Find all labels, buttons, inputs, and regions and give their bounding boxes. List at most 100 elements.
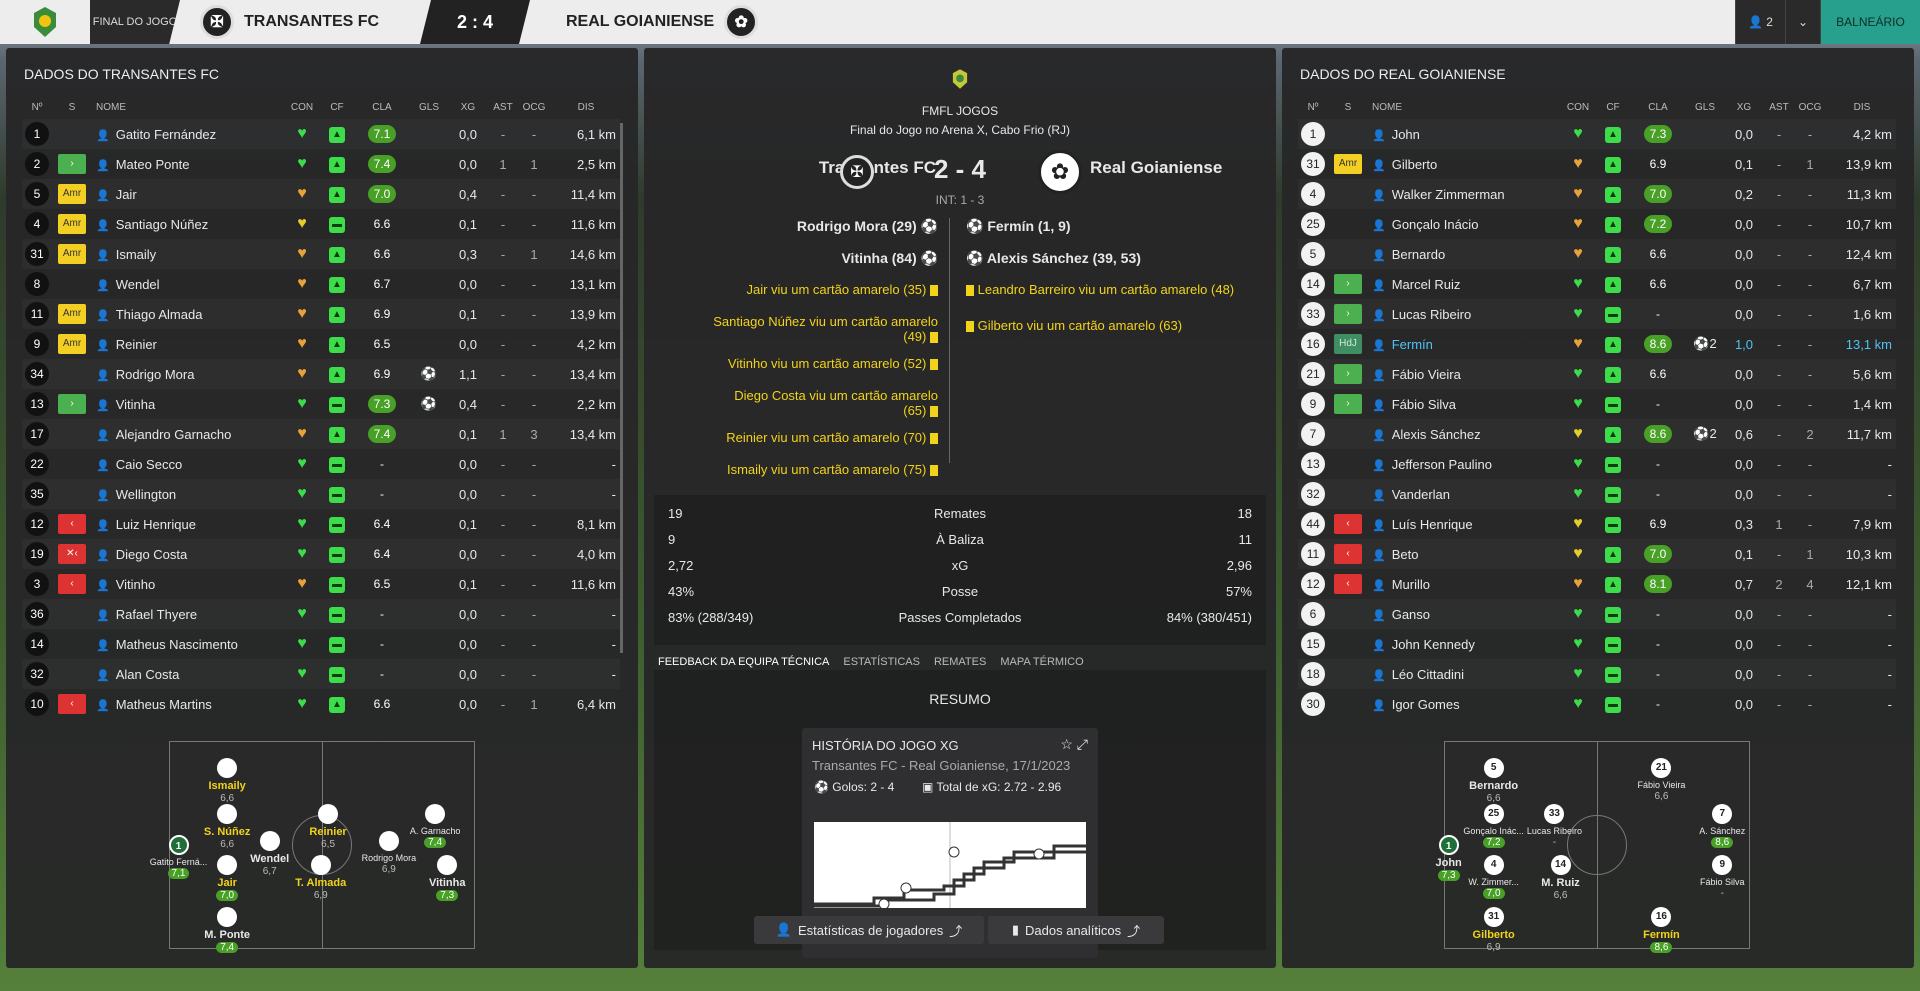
table-row[interactable]: 13 › 👤 Vitinha ♥ ▬ 7.3 ⚽ 0,4 - - 2,2 km	[22, 389, 620, 419]
column-header[interactable]: XG	[1722, 95, 1766, 119]
pitch-player[interactable]: M. Ponte 7,4	[192, 906, 262, 953]
table-row[interactable]: 32 👤 Vanderlan ♥ ▬ - 0,0 - - -	[1298, 479, 1896, 509]
table-row[interactable]: 17 👤 Alejandro Garnacho ♥ ▲ 7.4 0,1 1 3 13,4 km	[22, 419, 620, 449]
column-header[interactable]: AST	[1766, 95, 1792, 119]
player-name[interactable]: Wendel	[116, 277, 160, 292]
table-row[interactable]: 4 👤 Walker Zimmerman ♥ ▲ 7.0 0,2 - - 11,3 km	[1298, 179, 1896, 209]
dropdown-button[interactable]: ⌄	[1784, 0, 1820, 44]
player-name[interactable]: Gatito Fernández	[116, 127, 216, 142]
column-header[interactable]: NOME	[92, 95, 282, 119]
table-row[interactable]: 31 Amr 👤 Gilberto ♥ ▲ 6.9 0,1 - 1 13,9 km	[1298, 149, 1896, 179]
table-row[interactable]: 11 Amr 👤 Thiago Almada ♥ ▲ 6.9 0,1 - - 13,9 km	[22, 299, 620, 329]
column-header[interactable]: GLS	[1688, 95, 1722, 119]
player-stats-button[interactable]: 👤 Estatísticas de jogadores ⤴	[754, 916, 984, 944]
away-name[interactable]: Real Goianiense	[1090, 158, 1222, 178]
pitch-player[interactable]: 33 Lucas Ribeiro -	[1519, 803, 1589, 848]
star-icon[interactable]: ☆ ⤢	[1060, 736, 1088, 753]
column-header[interactable]: DIS	[552, 95, 620, 119]
table-row[interactable]: 1 👤 John ♥ ▲ 7.3 0,0 - - 4,2 km	[1298, 119, 1896, 149]
player-name[interactable]: Vitinho	[116, 577, 156, 592]
player-name[interactable]: Luiz Henrique	[116, 517, 196, 532]
tab[interactable]: MAPA TÉRMICO	[1000, 656, 1083, 668]
column-header[interactable]: Nº	[1298, 95, 1328, 119]
table-row[interactable]: 16 HdJ 👤 Fermín ♥ ▲ 8.6 ⚽2 1,0 - - 13,1 km	[1298, 329, 1896, 359]
player-name[interactable]: Rodrigo Mora	[116, 367, 195, 382]
table-row[interactable]: 12 ‹ 👤 Murillo ♥ ▲ 8.1 0,7 2 4 12,1 km	[1298, 569, 1896, 599]
table-row[interactable]: 11 ‹ 👤 Beto ♥ ▲ 7.0 0,1 - 1 10,3 km	[1298, 539, 1896, 569]
column-header[interactable]: OCG	[1792, 95, 1828, 119]
table-row[interactable]: 15 👤 John Kennedy ♥ ▬ - 0,0 - - -	[1298, 629, 1896, 659]
table-row[interactable]: 44 ‹ 👤 Luís Henrique ♥ ▬ 6.9 0,3 1 - 7,9 km	[1298, 509, 1896, 539]
column-header[interactable]: DIS	[1828, 95, 1896, 119]
table-row[interactable]: 7 👤 Alexis Sánchez ♥ ▲ 8.6 ⚽2 0,6 - 2 11,7 km	[1298, 419, 1896, 449]
table-row[interactable]: 22 👤 Caio Secco ♥ ▬ - 0,0 - - -	[22, 449, 620, 479]
column-header[interactable]: Nº	[22, 95, 52, 119]
away-team-name[interactable]: REAL GOIANIENSE	[566, 13, 714, 31]
tab[interactable]: FEEDBACK DA EQUIPA TÉCNICA	[658, 656, 829, 668]
player-name[interactable]: John Kennedy	[1392, 637, 1475, 652]
table-row[interactable]: 10 ‹ 👤 Matheus Martins ♥ ▲ 6.6 0,0 - 1 6,4 km	[22, 689, 620, 719]
player-name[interactable]: John	[1392, 127, 1420, 142]
column-header[interactable]: CF	[1598, 95, 1628, 119]
player-name[interactable]: Wellington	[116, 487, 176, 502]
pitch-player[interactable]: 7 A. Sánchez 8,6	[1687, 803, 1757, 848]
player-name[interactable]: Igor Gomes	[1392, 697, 1460, 712]
pitch-player[interactable]: 14 M. Ruiz 6,6	[1526, 855, 1596, 901]
pitch-player[interactable]: 31 Gilberto 6,9	[1459, 906, 1529, 953]
player-name[interactable]: Murillo	[1392, 577, 1430, 592]
column-header[interactable]: CON	[1558, 95, 1598, 119]
table-row[interactable]: 1 👤 Gatito Fernández ♥ ▲ 7.1 0,0 - - 6,1 km	[22, 119, 620, 149]
table-row[interactable]: 6 👤 Ganso ♥ ▬ - 0,0 - - -	[1298, 599, 1896, 629]
table-row[interactable]: 13 👤 Jefferson Paulino ♥ ▬ - 0,0 - - -	[1298, 449, 1896, 479]
table-row[interactable]: 32 👤 Alan Costa ♥ ▬ - 0,0 - - -	[22, 659, 620, 689]
pitch-player[interactable]: Jair 7,0	[192, 855, 262, 902]
player-name[interactable]: Jair	[116, 187, 137, 202]
table-row[interactable]: 18 👤 Léo Cittadini ♥ ▬ - 0,0 - - -	[1298, 659, 1896, 689]
player-name[interactable]: Beto	[1392, 547, 1419, 562]
player-name[interactable]: Léo Cittadini	[1392, 667, 1464, 682]
table-row[interactable]: 12 ‹ 👤 Luiz Henrique ♥ ▬ 6.4 0,1 - - 8,1 km	[22, 509, 620, 539]
player-name[interactable]: Gilberto	[1392, 157, 1438, 172]
table-row[interactable]: 36 👤 Rafael Thyere ♥ ▬ - 0,0 - - -	[22, 599, 620, 629]
continue-button[interactable]: BALNEÁRIO	[1820, 0, 1920, 44]
player-name[interactable]: Walker Zimmerman	[1392, 187, 1505, 202]
column-header[interactable]: AST	[490, 95, 516, 119]
pitch-player[interactable]: 4 W. Zimmer... 7,0	[1459, 855, 1529, 900]
table-row[interactable]: 5 Amr 👤 Jair ♥ ▲ 7.0 0,4 - - 11,4 km	[22, 179, 620, 209]
table-row[interactable]: 35 👤 Wellington ♥ ▬ - 0,0 - - -	[22, 479, 620, 509]
player-name[interactable]: Ganso	[1392, 607, 1430, 622]
pitch-player[interactable]: T. Almada 6,9	[286, 855, 356, 901]
table-row[interactable]: 5 👤 Bernardo ♥ ▲ 6.6 0,0 - - 12,4 km	[1298, 239, 1896, 269]
player-name[interactable]: Gonçalo Inácio	[1392, 217, 1479, 232]
table-row[interactable]: 31 Amr 👤 Ismaily ♥ ▲ 6.6 0,3 - 1 14,6 km	[22, 239, 620, 269]
player-name[interactable]: Fermín	[1392, 337, 1433, 352]
player-name[interactable]: Matheus Martins	[116, 697, 212, 712]
table-row[interactable]: 4 Amr 👤 Santiago Núñez ♥ ▬ 6.6 0,1 - - 11,6 km	[22, 209, 620, 239]
table-row[interactable]: 33 › 👤 Lucas Ribeiro ♥ ▬ - 0,0 - - 1,6 km	[1298, 299, 1896, 329]
table-row[interactable]: 8 👤 Wendel ♥ ▲ 6.7 0,0 - - 13,1 km	[22, 269, 620, 299]
column-header[interactable]: S	[52, 95, 92, 119]
player-name[interactable]: Diego Costa	[116, 547, 188, 562]
table-row[interactable]: 3 ‹ 👤 Vitinho ♥ ▬ 6.5 0,1 - - 11,6 km	[22, 569, 620, 599]
player-name[interactable]: Ismaily	[116, 247, 156, 262]
analytics-button[interactable]: ▮ Dados analíticos ⤴	[988, 916, 1164, 944]
player-name[interactable]: Fábio Vieira	[1392, 367, 1461, 382]
player-name[interactable]: Alejandro Garnacho	[116, 427, 232, 442]
column-header[interactable]: GLS	[412, 95, 446, 119]
column-header[interactable]: S	[1328, 95, 1368, 119]
player-name[interactable]: Bernardo	[1392, 247, 1445, 262]
player-name[interactable]: Matheus Nascimento	[116, 637, 238, 652]
column-header[interactable]: CLA	[1628, 95, 1688, 119]
scrollbar[interactable]	[620, 123, 623, 653]
player-name[interactable]: Thiago Almada	[116, 307, 203, 322]
table-row[interactable]: 34 👤 Rodrigo Mora ♥ ▲ 6.9 ⚽ 1,1 - - 13,4 km	[22, 359, 620, 389]
home-team-name[interactable]: TRANSANTES FC	[244, 13, 379, 31]
table-row[interactable]: 9 › 👤 Fábio Silva ♥ ▬ - 0,0 - - 1,4 km	[1298, 389, 1896, 419]
column-header[interactable]: CF	[322, 95, 352, 119]
player-name[interactable]: Jefferson Paulino	[1392, 457, 1492, 472]
player-name[interactable]: Caio Secco	[116, 457, 182, 472]
player-name[interactable]: Vitinha	[116, 397, 156, 412]
player-name[interactable]: Luís Henrique	[1392, 517, 1473, 532]
column-header[interactable]: CLA	[352, 95, 412, 119]
player-name[interactable]: Lucas Ribeiro	[1392, 307, 1472, 322]
